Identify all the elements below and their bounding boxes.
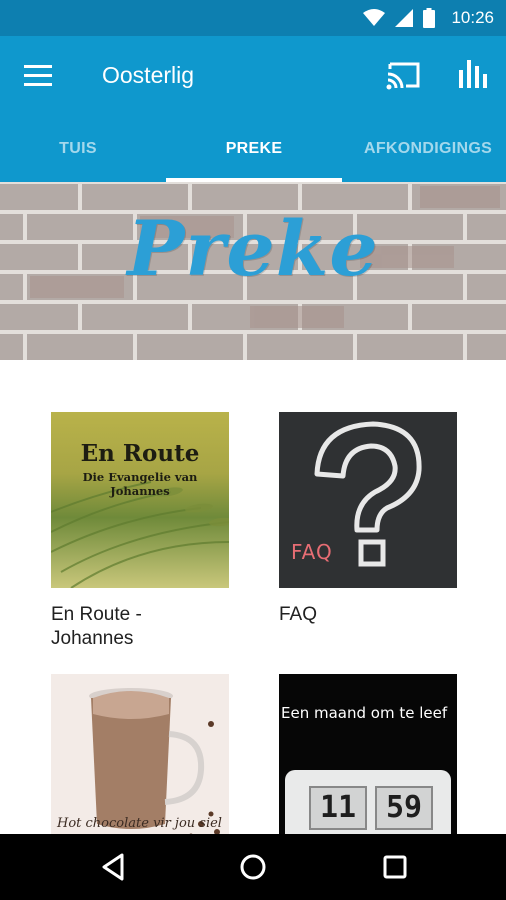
app-title: Oosterlig xyxy=(102,62,195,88)
tab-afkondigings[interactable]: AFKONDIGINGS xyxy=(352,116,506,182)
clock-minutes: 59 xyxy=(375,786,433,830)
recents-icon[interactable] xyxy=(380,852,410,882)
wheat-field-image xyxy=(51,481,229,588)
tab-label: PREKE xyxy=(225,140,283,157)
status-time: 10:26 xyxy=(451,8,494,27)
clock-hours: 11 xyxy=(309,786,367,830)
card-thumbnail: Hot chocolate vir jou siel xyxy=(51,674,229,834)
card-label: FAQ xyxy=(279,604,318,625)
tab-label: TUIS xyxy=(59,140,97,157)
cast-icon[interactable] xyxy=(386,60,422,90)
sermon-card-hot-chocolate[interactable]: Hot chocolate vir jou siel xyxy=(51,674,229,834)
tab-tuis[interactable]: TUIS xyxy=(16,116,140,182)
sermon-card-een-maand[interactable]: Een maand om te leef 11 59 xyxy=(279,674,457,834)
tab-label: AFKONDIGINGS xyxy=(364,140,493,157)
app-bar: Oosterlig xyxy=(0,36,506,116)
bar-chart-icon[interactable] xyxy=(458,58,488,90)
card-thumb-text: Een maand om te leef xyxy=(281,704,448,722)
card-thumbnail: FAQ xyxy=(279,412,457,588)
system-nav-bar xyxy=(0,834,506,900)
card-label: En Route - Johannes xyxy=(51,604,142,649)
sermon-grid: En Route Die Evangelie van Johannes En R… xyxy=(0,360,506,834)
tab-bar: TUIS PREKE AFKONDIGINGS xyxy=(0,116,506,182)
tab-preke[interactable]: PREKE xyxy=(166,116,342,182)
sermon-card-faq[interactable]: FAQ FAQ xyxy=(279,412,457,627)
card-thumb-subtitle: Die Evangelie van Johannes xyxy=(82,470,198,498)
battery-icon xyxy=(423,8,436,28)
hot-chocolate-mug-image xyxy=(89,688,220,834)
card-thumb-text: Hot chocolate vir jou siel xyxy=(57,816,222,831)
cell-signal-icon xyxy=(395,9,414,27)
card-thumbnail: En Route Die Evangelie van Johannes xyxy=(51,412,229,588)
card-thumbnail: Een maand om te leef 11 59 xyxy=(279,674,457,834)
home-icon[interactable] xyxy=(238,852,268,882)
sermon-card-en-route[interactable]: En Route Die Evangelie van Johannes En R… xyxy=(51,412,229,651)
status-bar: 10:26 xyxy=(0,0,506,36)
wifi-icon xyxy=(363,9,386,27)
header-banner: Preke xyxy=(0,182,506,360)
menu-icon[interactable] xyxy=(24,64,54,88)
card-thumb-text: FAQ xyxy=(291,540,333,564)
card-thumb-title: En Route xyxy=(80,440,200,467)
banner-title: Preke xyxy=(127,204,379,293)
back-icon[interactable] xyxy=(100,852,130,882)
